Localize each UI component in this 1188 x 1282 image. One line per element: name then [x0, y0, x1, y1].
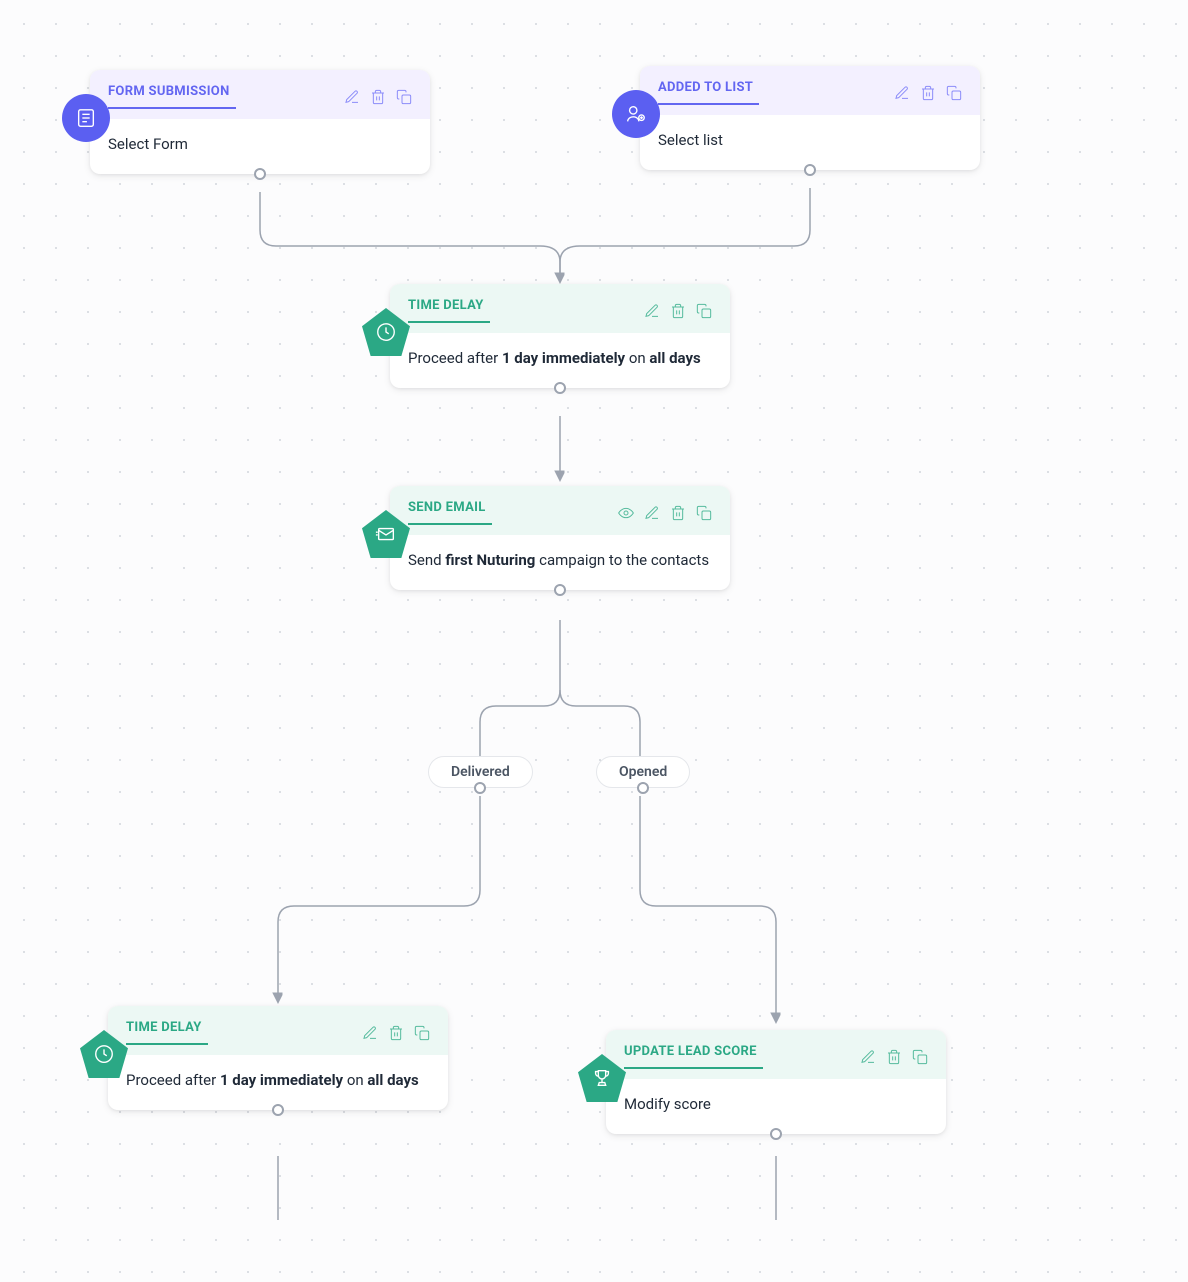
output-port[interactable] [554, 584, 566, 596]
copy-icon[interactable] [414, 1025, 430, 1041]
branch-label: Opened [619, 764, 667, 780]
edit-icon[interactable] [644, 505, 660, 521]
node-time-delay-2[interactable]: TIME DELAY Proceed after 1 day immediate… [108, 1006, 448, 1110]
node-title: ADDED TO LIST [658, 80, 759, 105]
output-port[interactable] [254, 168, 266, 180]
copy-icon[interactable] [912, 1049, 928, 1065]
node-time-delay-1[interactable]: TIME DELAY Proceed after 1 day immediate… [390, 284, 730, 388]
node-update-lead-score[interactable]: UPDATE LEAD SCORE Modify score [606, 1030, 946, 1134]
trash-icon[interactable] [370, 89, 386, 105]
node-title: FORM SUBMISSION [108, 84, 236, 109]
trash-icon[interactable] [388, 1025, 404, 1041]
output-port[interactable] [474, 782, 486, 794]
eye-icon[interactable] [618, 505, 634, 521]
output-port[interactable] [272, 1104, 284, 1116]
output-port[interactable] [804, 164, 816, 176]
output-port[interactable] [770, 1128, 782, 1140]
node-added-to-list[interactable]: ADDED TO LIST Select list [640, 66, 980, 170]
branch-opened[interactable]: Opened [596, 756, 690, 788]
output-port[interactable] [554, 382, 566, 394]
list-add-icon [612, 90, 660, 138]
copy-icon[interactable] [946, 85, 962, 101]
node-body: Send first Nuturing campaign to the cont… [390, 535, 730, 590]
trash-icon[interactable] [670, 303, 686, 319]
form-icon [62, 94, 110, 142]
workflow-canvas[interactable]: FORM SUBMISSION Select Form ADDED TO LIS… [0, 0, 1188, 1282]
node-body: Modify score [606, 1079, 946, 1134]
node-body: Proceed after 1 day immediately on all d… [108, 1055, 448, 1110]
edit-icon[interactable] [644, 303, 660, 319]
node-title: TIME DELAY [408, 298, 490, 323]
trash-icon[interactable] [886, 1049, 902, 1065]
node-title: TIME DELAY [126, 1020, 208, 1045]
edit-icon[interactable] [362, 1025, 378, 1041]
copy-icon[interactable] [696, 303, 712, 319]
node-body: Proceed after 1 day immediately on all d… [390, 333, 730, 388]
trash-icon[interactable] [920, 85, 936, 101]
copy-icon[interactable] [696, 505, 712, 521]
branch-delivered[interactable]: Delivered [428, 756, 533, 788]
node-body: Select list [640, 115, 980, 170]
node-title: SEND EMAIL [408, 500, 492, 525]
edit-icon[interactable] [344, 89, 360, 105]
branch-label: Delivered [451, 764, 510, 780]
copy-icon[interactable] [396, 89, 412, 105]
node-body: Select Form [90, 119, 430, 174]
node-title: UPDATE LEAD SCORE [624, 1044, 763, 1069]
trash-icon[interactable] [670, 505, 686, 521]
node-form-submission[interactable]: FORM SUBMISSION Select Form [90, 70, 430, 174]
edit-icon[interactable] [860, 1049, 876, 1065]
edit-icon[interactable] [894, 85, 910, 101]
output-port[interactable] [637, 782, 649, 794]
node-send-email[interactable]: SEND EMAIL Send first Nuturing campaign … [390, 486, 730, 590]
